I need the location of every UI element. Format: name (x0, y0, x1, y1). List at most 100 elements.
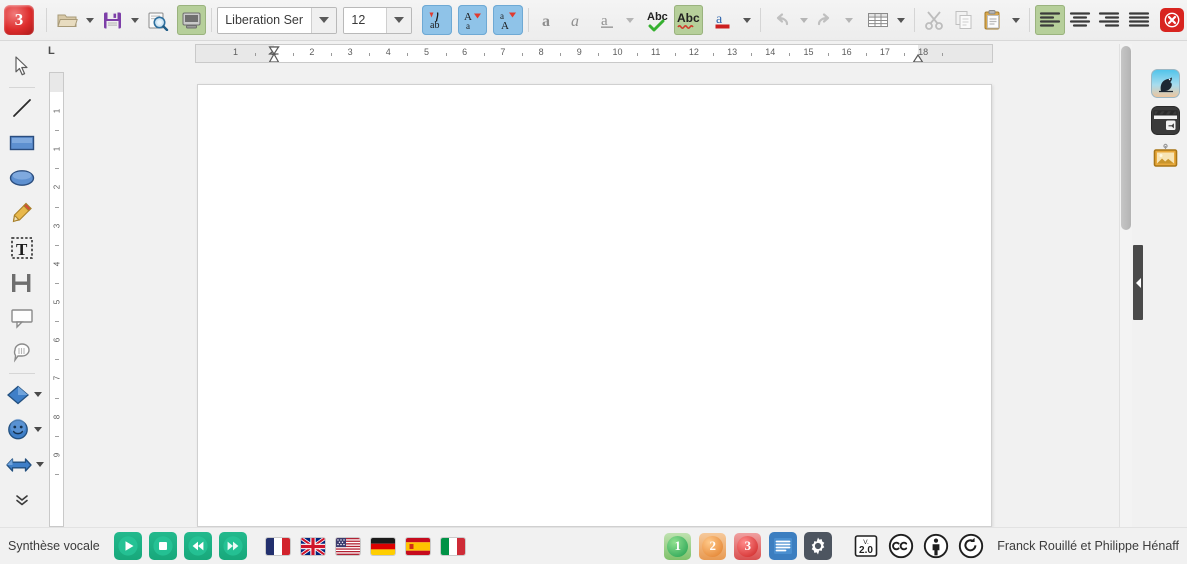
ruler-tab-stop[interactable] (384, 56, 393, 62)
share-alike-icon[interactable] (958, 533, 984, 559)
insert-table-button[interactable] (863, 5, 893, 35)
ruler-tab-stop[interactable] (460, 56, 469, 62)
lang-spanish-button[interactable] (405, 537, 430, 555)
save-dropdown-caret[interactable] (131, 17, 140, 23)
tool-basic-shapes[interactable] (1, 377, 42, 412)
ruler-corner-unit[interactable]: L (48, 45, 62, 59)
symbol-shapes-dropdown-caret[interactable] (34, 427, 42, 433)
font-size-input[interactable]: 12 (344, 7, 386, 33)
horizontal-ruler[interactable]: 1123456789101112131415161718 (195, 44, 993, 63)
creative-commons-icon[interactable] (888, 533, 914, 559)
ruler-tab-stop[interactable] (766, 56, 775, 62)
align-center-button[interactable] (1065, 5, 1095, 35)
sidebar-collapse-handle[interactable] (1133, 245, 1143, 320)
lang-english-uk-button[interactable] (300, 537, 325, 555)
tool-select[interactable] (1, 49, 42, 84)
tool-rectangle-button[interactable] (8, 129, 36, 157)
ruler-tab-stop[interactable] (537, 56, 546, 62)
tts-play-button[interactable] (113, 532, 142, 560)
tool-rectangle[interactable] (1, 126, 42, 161)
ruler-tab-stop[interactable] (498, 56, 507, 62)
bold-button[interactable]: a (534, 5, 564, 35)
paste-dropdown-caret[interactable] (1012, 17, 1021, 23)
tool-line-button[interactable] (8, 94, 36, 122)
tool-line[interactable] (1, 91, 42, 126)
tool-callout-button[interactable] (8, 304, 36, 332)
cut-button[interactable] (920, 5, 950, 35)
level-3-button[interactable]: 3 (734, 532, 762, 560)
tool-vertical-text[interactable] (1, 266, 42, 301)
tool-text-box[interactable]: T (1, 231, 42, 266)
basic-shapes-dropdown-caret[interactable] (34, 392, 42, 398)
attribution-icon[interactable] (923, 533, 949, 559)
paste-button[interactable] (979, 5, 1009, 35)
copy-button[interactable] (949, 5, 979, 35)
ruler-tab-stop[interactable] (689, 56, 698, 62)
font-name-combo[interactable]: Liberation Ser (217, 6, 338, 34)
tool-freeform-line[interactable] (1, 196, 42, 231)
document-page[interactable] (197, 84, 992, 527)
left-indent-marker[interactable] (267, 46, 281, 62)
document-canvas[interactable] (65, 64, 1120, 527)
ruler-tab-stop[interactable] (422, 56, 431, 62)
tool-basic-shapes-button[interactable] (6, 381, 30, 409)
close-button[interactable] (1157, 5, 1187, 35)
vertical-ruler[interactable]: 1 1 2 3 4 5 6 7 8 9 (49, 72, 64, 527)
vertical-scrollbar-thumb[interactable] (1121, 46, 1131, 230)
spelling-check-button[interactable]: Abc (644, 5, 674, 35)
tts-rewind-button[interactable] (183, 532, 212, 560)
lang-english-us-button[interactable] (335, 537, 360, 555)
tool-thought-bubble-button[interactable] (8, 339, 36, 367)
tool-vertical-text-button[interactable] (8, 269, 36, 297)
undo-button[interactable] (766, 5, 796, 35)
autospellcheck-button[interactable]: Abc (673, 5, 704, 35)
tool-more-options-button[interactable] (8, 486, 36, 514)
level-1-button[interactable]: 1 (664, 532, 692, 560)
block-arrows-dropdown-caret[interactable] (36, 462, 44, 468)
undo-dropdown-caret[interactable] (799, 17, 808, 23)
tool-select-button[interactable] (8, 52, 36, 80)
ruler-tab-stop[interactable] (575, 56, 584, 62)
tool-ellipse-button[interactable] (8, 164, 36, 192)
settings-button[interactable] (804, 532, 833, 560)
decrease-size-button[interactable]: a A (493, 5, 523, 35)
picture-frame-icon[interactable] (1151, 143, 1180, 172)
ruler-tab-stop[interactable] (613, 56, 622, 62)
ruler-tab-stop[interactable] (651, 56, 660, 62)
font-size-combo[interactable]: 12 (343, 6, 413, 34)
clapperboard-icon[interactable] (1151, 106, 1180, 135)
tool-symbol-shapes-button[interactable] (6, 416, 30, 444)
ruler-tab-stop[interactable] (804, 56, 813, 62)
italic-button[interactable]: a (563, 5, 593, 35)
ruler-tab-stop[interactable] (346, 56, 355, 62)
license-version-badge[interactable]: V. 2.0 (853, 533, 879, 559)
font-color-dropdown-caret[interactable] (742, 17, 751, 23)
lang-german-button[interactable] (370, 537, 395, 555)
app-logo[interactable]: 3 (4, 5, 34, 35)
ruler-tab-stop[interactable] (728, 56, 737, 62)
font-color-button[interactable]: a (709, 5, 739, 35)
view-button[interactable] (769, 532, 798, 560)
underline-button[interactable]: a (593, 5, 623, 35)
tool-block-arrows-button[interactable] (6, 451, 32, 479)
toggle-view-button[interactable] (176, 5, 207, 35)
tool-text-box-button[interactable]: T (8, 234, 36, 262)
font-size-dropdown[interactable] (385, 7, 412, 33)
print-preview-button[interactable] (143, 5, 173, 35)
tts-forward-button[interactable] (218, 532, 247, 560)
open-dropdown-caret[interactable] (85, 17, 94, 23)
open-button[interactable] (52, 5, 82, 35)
tool-freeform-line-button[interactable] (8, 199, 36, 227)
increase-size-button[interactable]: A a (457, 5, 488, 35)
redo-dropdown-caret[interactable] (845, 17, 854, 23)
bird-icon[interactable] (1151, 69, 1180, 98)
align-justify-button[interactable] (1124, 5, 1154, 35)
font-name-input[interactable]: Liberation Ser (218, 7, 311, 33)
ruler-tab-stop[interactable] (842, 56, 851, 62)
tool-block-arrows[interactable] (1, 447, 44, 482)
insert-table-dropdown-caret[interactable] (896, 17, 905, 23)
level-2-button[interactable]: 2 (699, 532, 727, 560)
align-right-button[interactable] (1094, 5, 1124, 35)
tool-symbol-shapes[interactable] (1, 412, 42, 447)
tool-callout[interactable] (1, 300, 42, 335)
